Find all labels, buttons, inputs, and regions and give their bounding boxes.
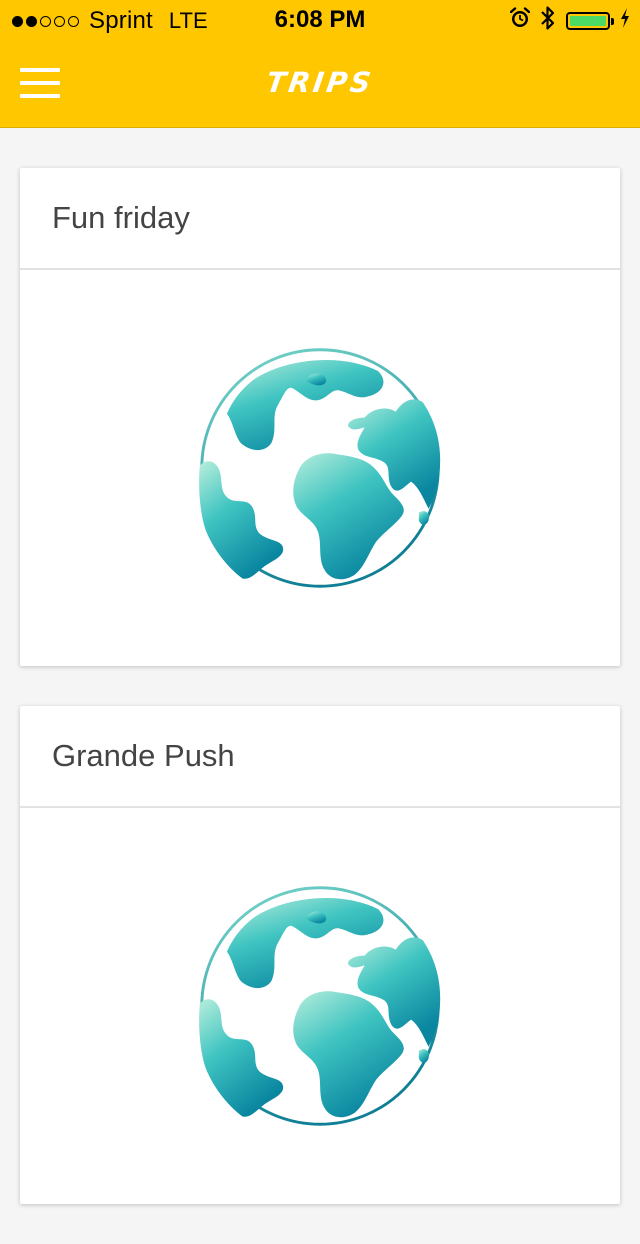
trip-name: Grande Push xyxy=(52,738,235,773)
page-title: Trips xyxy=(264,66,376,99)
globe-icon xyxy=(194,342,446,594)
charging-icon xyxy=(620,7,630,36)
trip-card-body xyxy=(20,808,620,1204)
trip-list: Fun friday Grande Push xyxy=(20,168,620,1244)
nav-bar: Trips xyxy=(0,40,640,128)
alarm-icon xyxy=(509,6,531,36)
trip-card-header: Grande Push xyxy=(20,706,620,808)
battery-level xyxy=(570,16,606,26)
battery-icon xyxy=(566,12,614,30)
bluetooth-icon xyxy=(540,5,556,38)
status-bar: Sprint LTE 6:08 PM xyxy=(0,0,640,40)
trip-name: Fun friday xyxy=(52,200,190,235)
trip-card-body xyxy=(20,270,620,666)
trip-card-header: Fun friday xyxy=(20,168,620,270)
trip-card[interactable]: Grande Push xyxy=(20,706,620,1204)
top-bar: Sprint LTE 6:08 PM TRIPS xyxy=(0,0,640,128)
globe-icon xyxy=(194,880,446,1132)
battery-cap xyxy=(611,18,614,25)
trip-card[interactable]: Fun friday xyxy=(20,168,620,666)
status-right xyxy=(509,5,630,38)
